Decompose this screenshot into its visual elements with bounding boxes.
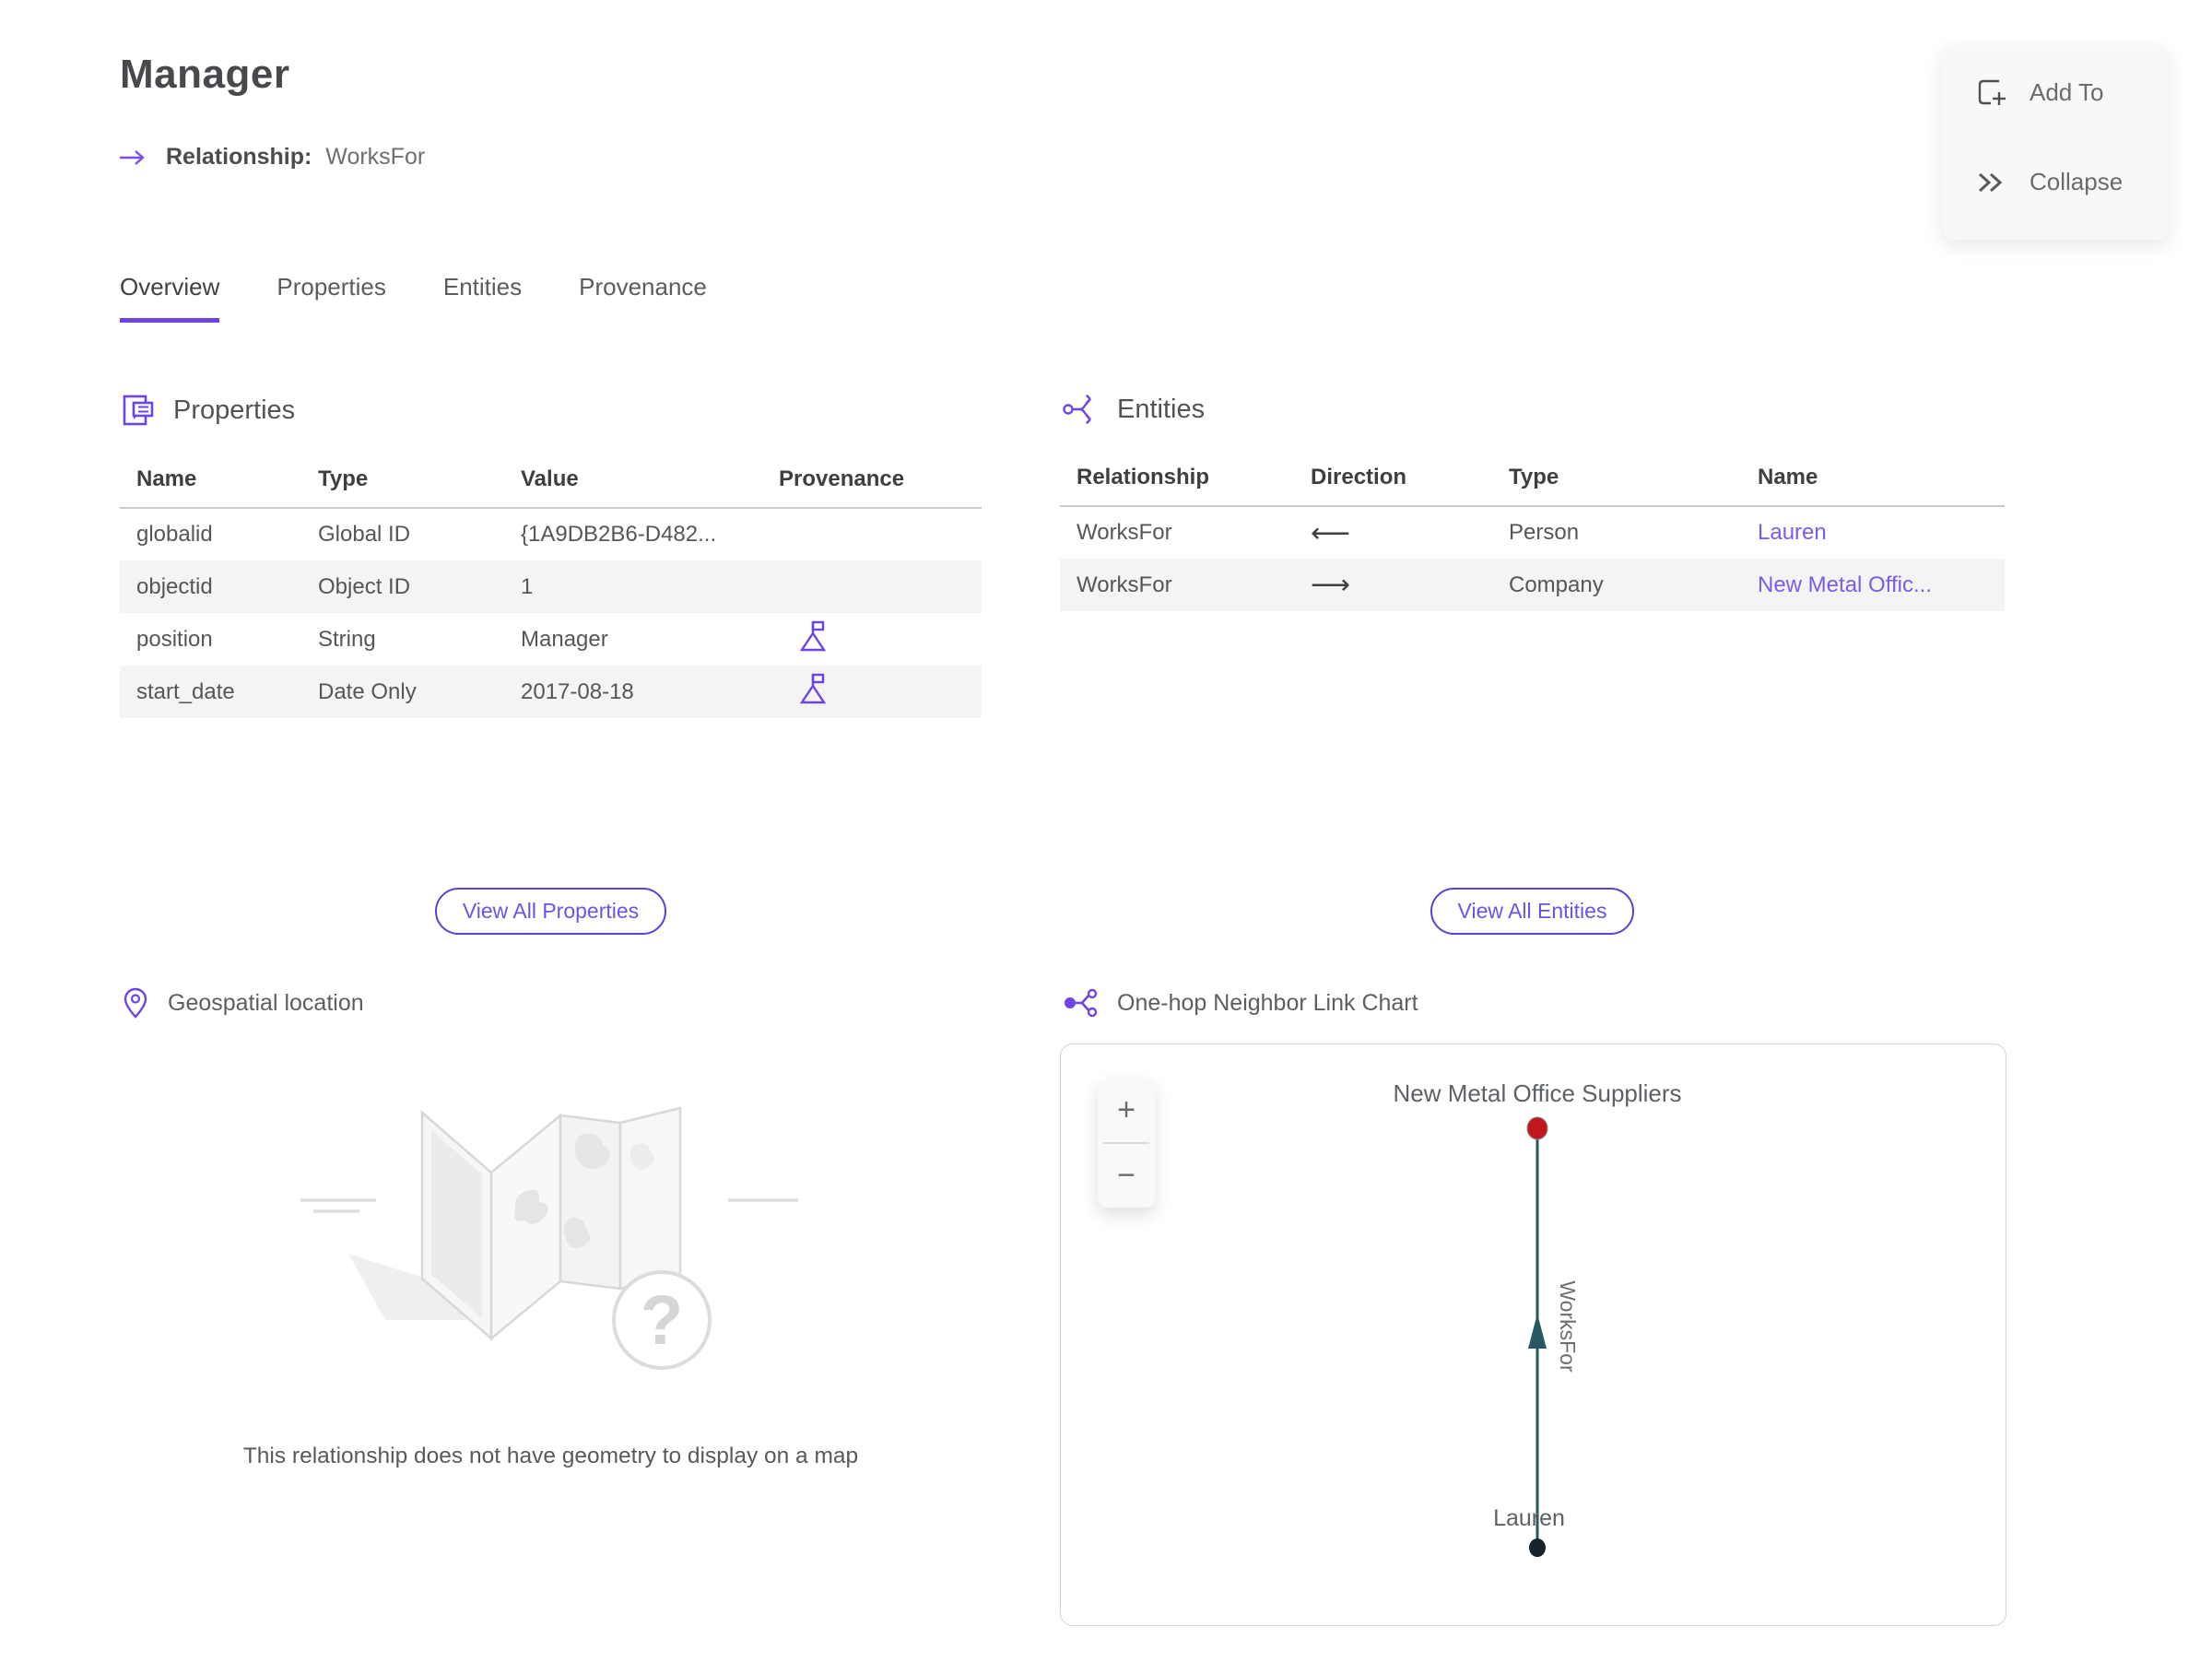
table-row: WorksFor ⟶ Company New Metal Offic... [1060, 559, 2005, 611]
col-provenance: Provenance [779, 455, 982, 509]
entities-header-row: Relationship Direction Type Name [1060, 454, 2005, 507]
add-to-label: Add To [2030, 77, 2104, 106]
table-row: globalid Global ID {1A9DB2B6-D482... [120, 508, 982, 560]
edge-label: WorksFor [1556, 1280, 1580, 1373]
col-value: Value [521, 455, 779, 509]
tab-bar: Overview Properties Entities Provenance [120, 273, 707, 323]
collapse-chevrons-icon [1978, 172, 2003, 192]
prop-name: start_date [136, 678, 235, 704]
question-mark-glyph: ? [640, 1281, 682, 1360]
col-name: Name [120, 455, 318, 509]
prop-value: 1 [521, 573, 534, 599]
prop-type: Date Only [318, 678, 417, 704]
provenance-flag-icon[interactable] [799, 672, 827, 705]
col-relationship: Relationship [1060, 454, 1311, 507]
properties-table: Name Type Value Provenance globalid Glob… [120, 455, 982, 718]
prop-name: objectid [136, 573, 213, 599]
link-chart-icon [1065, 988, 1098, 1018]
actions-panel: Add To Collapse [1943, 46, 2168, 240]
entity-name-link[interactable]: Lauren [1758, 506, 2005, 559]
empty-map-illustration: ? [300, 1106, 798, 1370]
tab-entities[interactable]: Entities [443, 273, 522, 323]
table-row: position String Manager [120, 613, 982, 666]
prop-name: position [136, 626, 213, 652]
relationship-label: Relationship: [166, 144, 312, 170]
entities-table: Relationship Direction Type Name WorksFo… [1060, 454, 2005, 611]
geospatial-section: Geospatial location ? This relationship … [120, 968, 982, 1626]
add-to-button[interactable]: Add To [1974, 76, 2136, 109]
link-chart-section-title: One-hop Neighbor Link Chart [1117, 989, 1418, 1016]
prop-value: 2017-08-18 [521, 678, 634, 704]
node-new-metal-office-suppliers[interactable] [1526, 1116, 1548, 1140]
prop-name: globalid [136, 522, 213, 547]
edge-arrowhead [1528, 1314, 1547, 1349]
zoom-control: + − [1098, 1079, 1155, 1208]
col-direction: Direction [1311, 454, 1509, 507]
table-row: objectid Object ID 1 [120, 560, 982, 613]
direction-arrow-left: ⟵ [1311, 517, 1351, 548]
prop-type: Object ID [318, 573, 411, 599]
top-node-label: New Metal Office Suppliers [1393, 1079, 1681, 1107]
properties-section: Properties Name Type Value Provenance gl… [120, 385, 982, 871]
col-name: Name [1758, 454, 2005, 507]
properties-header-row: Name Type Value Provenance [120, 455, 982, 509]
prop-value: {1A9DB2B6-D482... [521, 522, 717, 547]
geospatial-section-title: Geospatial location [168, 989, 364, 1016]
entity-relationship: WorksFor [1077, 520, 1172, 545]
view-all-properties-button[interactable]: View All Properties [434, 888, 667, 935]
entities-section: Entities Relationship Direction Type Nam… [1060, 385, 2005, 871]
prop-type: String [318, 626, 376, 652]
bottom-node-label: Lauren [1493, 1505, 1565, 1531]
properties-icon [123, 395, 154, 426]
provenance-flag-icon[interactable] [799, 619, 827, 653]
map-pin-icon [124, 987, 147, 1019]
relationship-value: WorksFor [325, 144, 426, 170]
zoom-in-button[interactable]: + [1098, 1079, 1155, 1142]
col-type: Type [1509, 454, 1758, 507]
prop-value: Manager [521, 626, 608, 652]
entities-section-title: Entities [1117, 394, 1206, 424]
link-chart-canvas[interactable]: + − New Metal Office Suppliers WorksFor … [1060, 1043, 2006, 1626]
properties-section-title: Properties [173, 395, 296, 425]
direction-arrow-right: ⟶ [1311, 570, 1351, 600]
tab-overview[interactable]: Overview [120, 273, 220, 323]
breadcrumb: Relationship: WorksFor [118, 144, 425, 171]
tab-properties[interactable]: Properties [276, 273, 386, 323]
entity-type: Company [1509, 572, 1604, 597]
entity-relationship: WorksFor [1077, 572, 1172, 597]
node-lauren[interactable] [1529, 1538, 1546, 1557]
entity-name-link[interactable]: New Metal Offic... [1758, 559, 2005, 611]
link-chart-section: One-hop Neighbor Link Chart + − New Meta… [1060, 968, 2006, 1626]
table-row: start_date Date Only 2017-08-18 [120, 666, 982, 718]
no-geometry-message: This relationship does not have geometry… [242, 1444, 859, 1468]
add-to-icon [1978, 79, 2006, 105]
prop-type: Global ID [318, 522, 411, 547]
collapse-label: Collapse [2030, 168, 2124, 195]
view-all-entities-button[interactable]: View All Entities [1430, 888, 1635, 935]
zoom-out-button[interactable]: − [1098, 1144, 1155, 1208]
relationship-arrow-icon [120, 149, 145, 165]
table-row: WorksFor ⟵ Person Lauren [1060, 506, 2005, 559]
entities-icon [1063, 394, 1091, 425]
entity-type: Person [1509, 520, 1580, 545]
tab-provenance[interactable]: Provenance [579, 273, 707, 323]
col-type: Type [318, 455, 521, 509]
collapse-button[interactable]: Collapse [1974, 168, 2136, 196]
page-title: Manager [120, 52, 290, 97]
